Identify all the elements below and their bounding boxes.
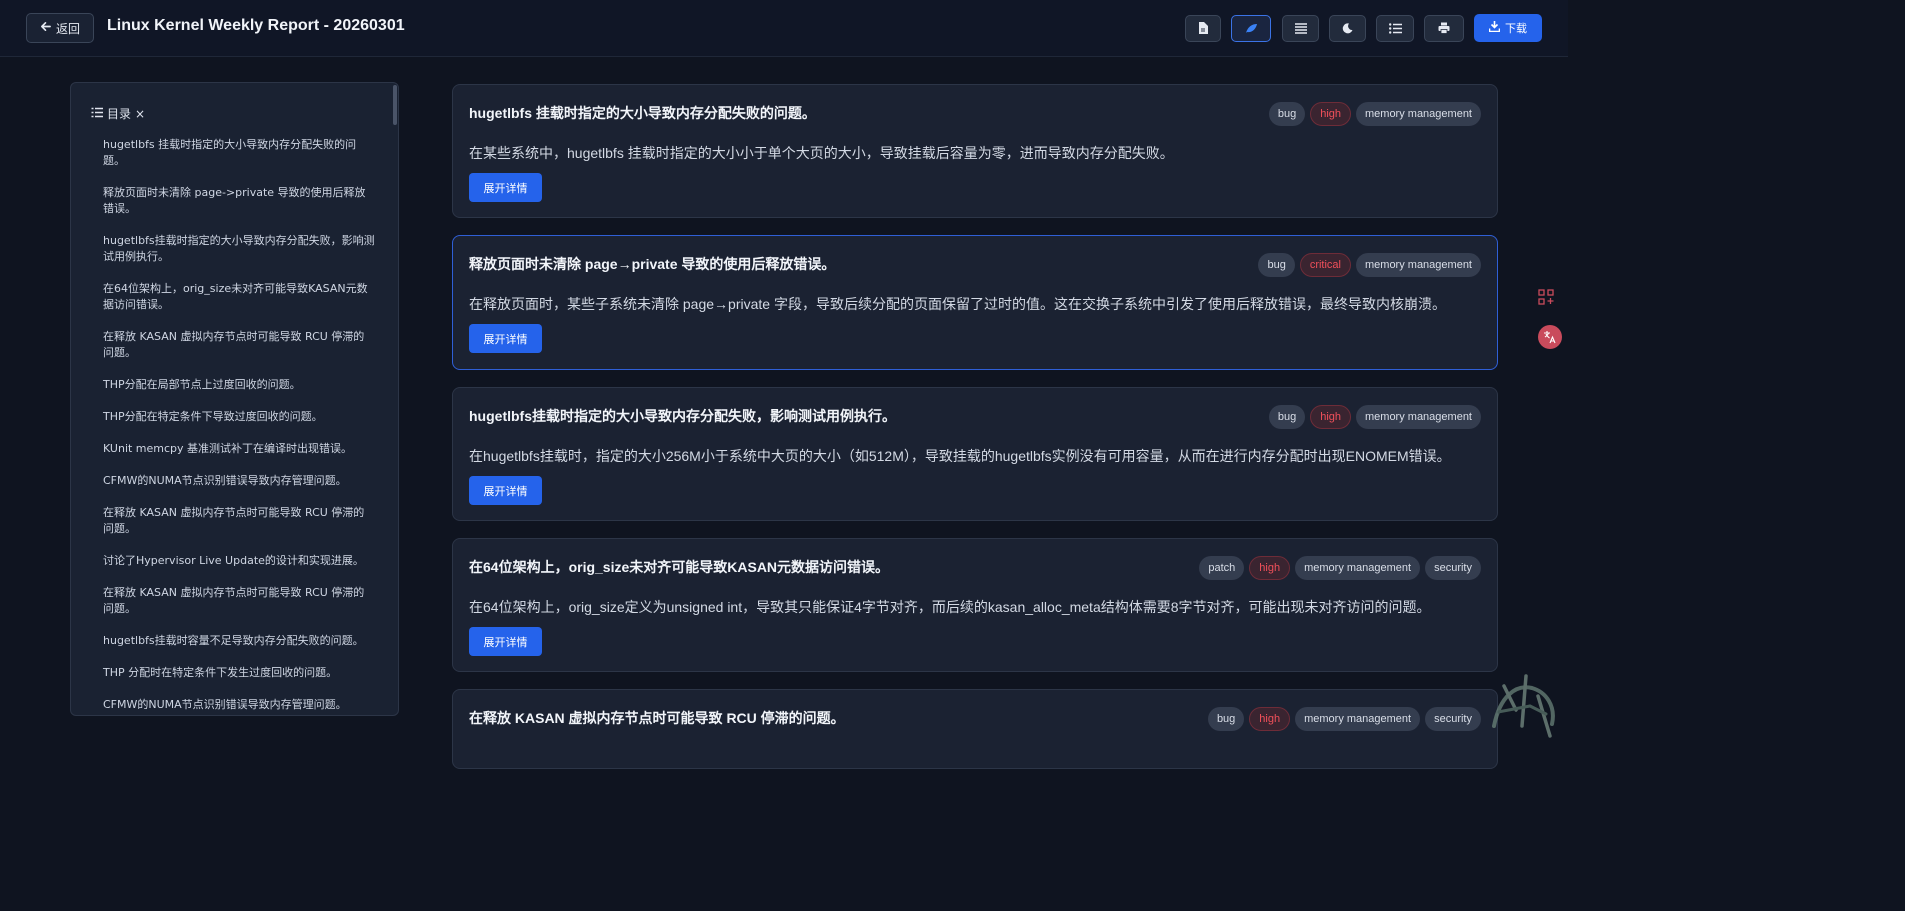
toc-list: hugetlbfs 挂载时指定的大小导致内存分配失败的问题。 释放页面时未清除 … — [103, 137, 375, 715]
expand-details-button[interactable]: 展开详情 — [469, 173, 542, 202]
dark-mode-button[interactable] — [1329, 15, 1366, 42]
issue-title: 在64位架构上，orig_size未对齐可能导致KASAN元数据访问错误。 — [469, 559, 890, 575]
issue-title: 释放页面时未清除 page→private 导致的使用后释放错误。 — [469, 256, 836, 272]
list-ol-icon — [91, 107, 103, 121]
issue-title: hugetlbfs挂载时指定的大小导致内存分配失败，影响测试用例执行。 — [469, 408, 896, 424]
page-title: Linux Kernel Weekly Report - 20260301 — [107, 17, 405, 34]
category-tag: security — [1425, 556, 1481, 580]
toc-panel: 目录 × hugetlbfs 挂载时指定的大小导致内存分配失败的问题。 释放页面… — [70, 82, 399, 716]
tag-group: bug high memory management — [1268, 102, 1481, 126]
issue-description: 在释放页面时，某些子系统未清除 page→private 字段，导致后续分配的页… — [469, 296, 1446, 312]
type-tag: patch — [1199, 556, 1245, 580]
category-tag: memory management — [1356, 253, 1481, 277]
issue-card: 释放页面时未清除 page→private 导致的使用后释放错误。 bug cr… — [452, 235, 1498, 370]
translate-icon[interactable] — [1538, 325, 1562, 349]
severity-tag: high — [1310, 102, 1351, 126]
type-tag: bug — [1268, 102, 1306, 126]
severity-tag: high — [1310, 405, 1351, 429]
toc-item[interactable]: 在释放 KASAN 虚拟内存节点时可能导致 RCU 停滞的问题。 — [103, 505, 375, 537]
download-button[interactable]: 下载 — [1474, 14, 1542, 42]
toc-item[interactable]: CFMW的NUMA节点识别错误导致内存管理问题。 — [103, 697, 375, 713]
category-tag: memory management — [1356, 405, 1481, 429]
issue-title: 在释放 KASAN 虚拟内存节点时可能导致 RCU 停滞的问题。 — [469, 710, 845, 726]
expand-details-button[interactable]: 展开详情 — [469, 476, 542, 505]
issue-card: 在64位架构上，orig_size未对齐可能导致KASAN元数据访问错误。 pa… — [452, 538, 1498, 672]
toc-header: 目录 × — [91, 105, 145, 122]
download-icon — [1488, 21, 1501, 35]
arrow-left-icon — [40, 21, 51, 35]
tag-group: bug critical memory management — [1258, 253, 1481, 277]
toc-item[interactable]: 在释放 KASAN 虚拟内存节点时可能导致 RCU 停滞的问题。 — [103, 329, 375, 361]
toc-item[interactable]: 在64位架构上，orig_size未对齐可能导致KASAN元数据访问错误。 — [103, 281, 375, 313]
justify-button[interactable] — [1282, 15, 1319, 42]
align-justify-icon — [1294, 19, 1307, 38]
toc-item[interactable]: hugetlbfs挂载时容量不足导致内存分配失败的问题。 — [103, 633, 375, 649]
issue-description: 在某些系统中，hugetlbfs 挂载时指定的大小小于单个大页的大小，导致挂载后… — [469, 145, 1174, 161]
back-label: 返回 — [55, 21, 80, 36]
issue-description: 在hugetlbfs挂载时，指定的大小256M小于系统中大页的大小（如512M）… — [469, 448, 1451, 464]
top-bar: 返回 Linux Kernel Weekly Report - 20260301 — [0, 0, 1568, 57]
toc-item[interactable]: hugetlbfs 挂载时指定的大小导致内存分配失败的问题。 — [103, 137, 375, 169]
category-tag: memory management — [1295, 556, 1421, 580]
tag-group: patch high memory management security — [1199, 556, 1481, 580]
expand-details-button[interactable]: 展开详情 — [469, 324, 542, 353]
print-icon — [1438, 19, 1450, 38]
toc-item[interactable]: THP分配在特定条件下导致过度回收的问题。 — [103, 409, 375, 425]
toc-scrollbar[interactable] — [393, 85, 397, 125]
document-icon — [1198, 19, 1208, 38]
print-button[interactable] — [1424, 15, 1464, 42]
type-tag: bug — [1207, 707, 1245, 731]
toc-item[interactable]: THP分配在局部节点上过度回收的问题。 — [103, 377, 375, 393]
toc-heading: 目录 — [107, 107, 132, 121]
toc-item[interactable]: hugetlbfs挂载时指定的大小导致内存分配失败，影响测试用例执行。 — [103, 233, 375, 265]
expand-details-button[interactable]: 展开详情 — [469, 627, 542, 656]
category-tag: memory management — [1295, 707, 1421, 731]
issue-title: hugetlbfs 挂载时指定的大小导致内存分配失败的问题。 — [469, 105, 816, 121]
toc-item[interactable]: 在释放 KASAN 虚拟内存节点时可能导致 RCU 停滞的问题。 — [103, 585, 375, 617]
moon-icon — [1342, 19, 1353, 38]
category-tag: security — [1425, 707, 1481, 731]
toc-item[interactable]: CFMW的NUMA节点识别错误导致内存管理问题。 — [103, 473, 375, 489]
issue-card: 在释放 KASAN 虚拟内存节点时可能导致 RCU 停滞的问题。 bug hig… — [452, 689, 1498, 769]
issue-description: 在64位架构上，orig_size定义为unsigned int，导致其只能保证… — [469, 599, 1431, 615]
list-icon — [1388, 19, 1402, 38]
tag-group: bug high memory management — [1268, 405, 1481, 429]
toc-item[interactable]: 释放页面时未清除 page->private 导致的使用后释放错误。 — [103, 185, 375, 217]
severity-tag: critical — [1299, 253, 1351, 277]
toc-item[interactable]: THP 分配时在特定条件下发生过度回收的问题。 — [103, 665, 375, 681]
issue-card: hugetlbfs挂载时指定的大小导致内存分配失败，影响测试用例执行。 bug … — [452, 387, 1498, 521]
type-tag: bug — [1268, 405, 1306, 429]
toc-toggle-button[interactable] — [1376, 15, 1414, 42]
severity-tag: high — [1249, 556, 1291, 580]
toc-item[interactable]: 讨论了Hypervisor Live Update的设计和实现进展。 — [103, 553, 375, 569]
type-tag: bug — [1258, 253, 1295, 277]
toc-close-icon[interactable]: × — [135, 107, 145, 121]
issue-card: hugetlbfs 挂载时指定的大小导致内存分配失败的问题。 bug high … — [452, 84, 1498, 218]
leaf-theme-button[interactable] — [1231, 15, 1271, 42]
logo-watermark — [1486, 666, 1566, 742]
apps-grid-icon[interactable] — [1538, 289, 1560, 311]
document-button[interactable] — [1185, 15, 1221, 42]
category-tag: memory management — [1356, 102, 1481, 126]
tag-group: bug high memory management security — [1207, 707, 1481, 731]
back-button[interactable]: 返回 — [26, 13, 94, 43]
severity-tag: high — [1249, 707, 1291, 731]
leaf-icon — [1245, 19, 1258, 38]
toc-item[interactable]: KUnit memcpy 基准测试补丁在编译时出现错误。 — [103, 441, 375, 457]
download-label: 下载 — [1505, 22, 1527, 35]
